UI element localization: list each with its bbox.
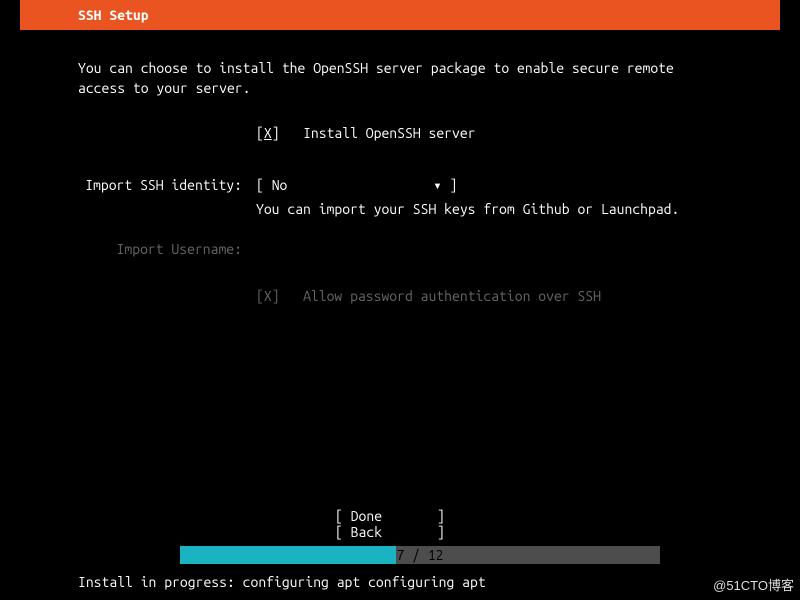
install-openssh-checkmark: X xyxy=(264,125,272,141)
install-openssh-control[interactable]: [X] Install OpenSSH server xyxy=(256,123,722,143)
allow-password-row: [X] Allow password authentication over S… xyxy=(78,286,722,306)
spacer xyxy=(78,264,722,286)
import-identity-dropdown[interactable]: [ No▾ ] xyxy=(256,177,457,193)
installer-screen: SSH Setup You can choose to install the … xyxy=(20,0,780,600)
status-line: Install in progress: configuring apt con… xyxy=(78,574,486,590)
done-button[interactable]: [ Done ] xyxy=(335,508,465,524)
spacer xyxy=(78,147,722,175)
content-area: You can choose to install the OpenSSH se… xyxy=(20,30,780,306)
install-openssh-checkbox[interactable]: [X] xyxy=(256,125,280,141)
watermark: @51CTO博客 xyxy=(713,575,794,594)
chevron-down-icon: ▾ xyxy=(433,175,441,195)
import-identity-value: No xyxy=(272,175,288,195)
allow-password-checkmark: X xyxy=(264,288,272,304)
nav-buttons: [ Done ] [ Back ] xyxy=(20,508,780,540)
page-title: SSH Setup xyxy=(78,7,149,23)
progress-text: 7 / 12 xyxy=(180,546,660,564)
import-username-label: Import Username: xyxy=(78,239,256,259)
allow-password-control: [X] Allow password authentication over S… xyxy=(256,286,722,306)
import-identity-label: Import SSH identity: xyxy=(78,175,256,195)
title-bar: SSH Setup xyxy=(20,0,780,30)
allow-password-checkbox: [X] xyxy=(256,288,280,304)
import-identity-hint: You can import your SSH keys from Github… xyxy=(256,199,722,219)
install-openssh-label: Install OpenSSH server xyxy=(303,125,475,141)
install-openssh-row: [X] Install OpenSSH server xyxy=(78,123,722,143)
back-button[interactable]: [ Back ] xyxy=(335,524,465,540)
progress-bar: 7 / 12 xyxy=(180,546,660,564)
import-username-row: Import Username: xyxy=(78,239,722,259)
import-identity-row: Import SSH identity: [ No▾ ] xyxy=(78,175,722,195)
spacer xyxy=(78,223,722,239)
import-identity-hint-row: You can import your SSH keys from Github… xyxy=(78,199,722,219)
description-text: You can choose to install the OpenSSH se… xyxy=(78,58,722,99)
allow-password-label: Allow password authentication over SSH xyxy=(303,288,601,304)
